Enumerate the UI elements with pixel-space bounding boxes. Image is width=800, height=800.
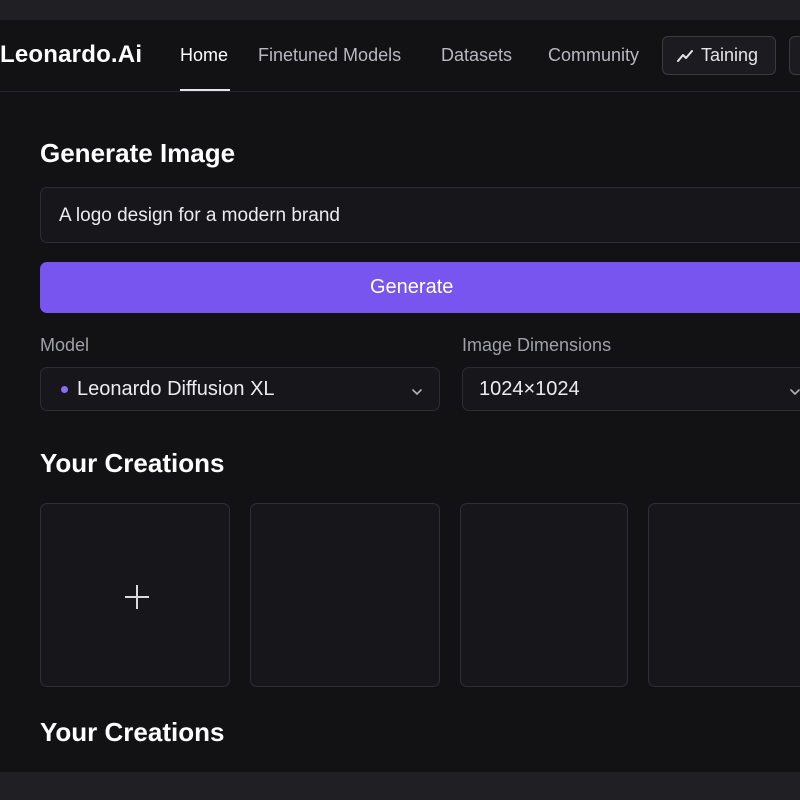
model-select-value: Leonardo Diffusion XL xyxy=(77,378,275,400)
dimensions-select-value: 1024×1024 xyxy=(479,378,580,400)
nav-community[interactable]: Community xyxy=(548,45,639,66)
generate-title: Generate Image xyxy=(40,138,236,168)
creation-tile[interactable] xyxy=(460,503,628,687)
chevron-down-icon xyxy=(411,384,423,402)
window-top-bar xyxy=(0,0,800,20)
model-select[interactable]: Leonardo Diffusion XL xyxy=(40,367,440,411)
nav-datasets[interactable]: Datasets xyxy=(441,45,512,66)
new-creation-tile[interactable] xyxy=(40,503,230,687)
training-button[interactable]: Taining xyxy=(662,36,776,75)
plus-icon xyxy=(123,583,151,616)
trend-up-icon xyxy=(677,49,693,63)
model-label: Model xyxy=(40,335,90,355)
nav-home[interactable]: Home xyxy=(180,45,228,66)
prompt-input-value: A logo design for a modern brand xyxy=(59,205,340,226)
training-button-label: Taining xyxy=(701,45,759,65)
app-window: Leonardo.Ai Home Finetuned Models Datase… xyxy=(0,20,800,772)
creations-title: Your Creations xyxy=(40,448,225,478)
nav-finetuned-models[interactable]: Finetuned Models xyxy=(258,45,401,66)
chevron-down-icon xyxy=(789,384,800,402)
creation-tile[interactable] xyxy=(250,503,440,687)
brand-logo[interactable]: Leonardo.Ai xyxy=(0,41,142,69)
prompt-input[interactable]: A logo design for a modern brand xyxy=(40,187,800,243)
dimensions-select[interactable]: 1024×1024 xyxy=(462,367,800,411)
dimensions-label: Image Dimensions xyxy=(462,335,612,355)
model-dot-icon xyxy=(61,386,68,393)
generate-button[interactable]: Generate xyxy=(40,262,800,313)
generate-button-label: Generate xyxy=(370,276,454,298)
creation-tile[interactable] xyxy=(648,503,800,687)
top-navigation: Leonardo.Ai Home Finetuned Models Datase… xyxy=(0,20,800,92)
creations-title-repeat: Your Creations xyxy=(40,717,225,747)
overflow-button[interactable] xyxy=(789,36,800,75)
window-bottom-bar xyxy=(0,772,800,800)
active-tab-indicator xyxy=(180,89,230,91)
